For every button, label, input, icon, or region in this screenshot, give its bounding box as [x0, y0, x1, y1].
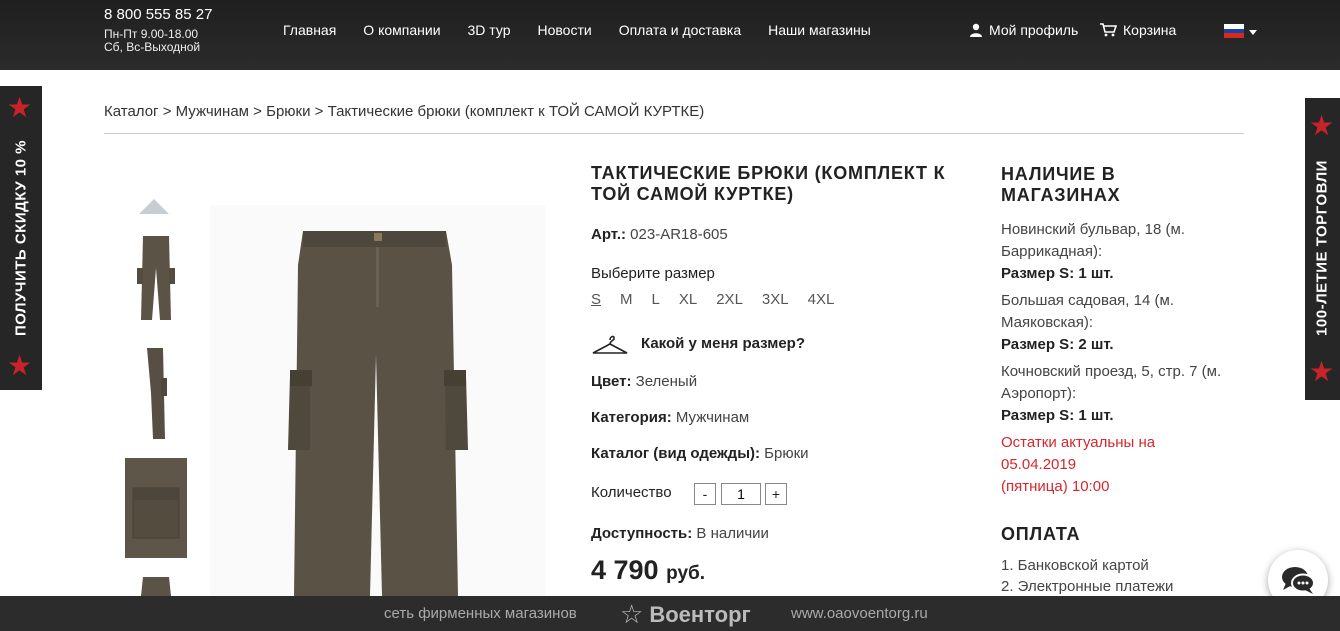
product-title: ТАКТИЧЕСКИЕ БРЮКИ (КОМПЛЕКТ К ТОЙ САМОЙ …	[591, 163, 946, 204]
size-selector: S M L XL 2XL 3XL 4XL	[591, 291, 834, 308]
discount-banner[interactable]: ★ ПОЛУЧИТЬ СКИДКУ 10 % ★	[0, 86, 42, 390]
stock-note-date: 05.04.2019	[1001, 456, 1077, 473]
availability-value: В наличии	[696, 525, 769, 542]
size-option-s[interactable]: S	[591, 291, 601, 308]
star-outline-icon: ☆	[620, 599, 644, 629]
store-address: Большая садовая, 14 (м. Маяковская):	[1001, 292, 1174, 331]
stock-update-note: Остатки актуальны на 05.04.2019 (пятница…	[1001, 432, 1231, 498]
category-label: Категория:	[591, 409, 672, 426]
size-option-2xl[interactable]: 2XL	[716, 291, 743, 308]
payment-heading: ОПЛАТА	[1001, 524, 1081, 544]
category-value[interactable]: Мужчинам	[676, 409, 749, 426]
product-price: 4 790 руб.	[591, 555, 705, 586]
size-option-xl[interactable]: XL	[679, 291, 697, 308]
payment-item: 2. Электронные платежи	[1001, 578, 1174, 595]
breadcrumb-separator: >	[162, 103, 172, 120]
store-stock: Размер S: 1 шт.	[1001, 407, 1114, 424]
chevron-down-icon[interactable]	[1249, 30, 1257, 35]
product-main-image[interactable]	[210, 205, 545, 596]
anniversary-banner-label: 100-ЛЕТИЕ ТОРГОВЛИ	[1313, 160, 1331, 336]
size-help-label: Какой у меня размер?	[641, 334, 806, 352]
article-label: Арт.:	[591, 226, 626, 243]
site-header: 8 800 555 85 27 Пн-Пт 9.00-18.00 Сб, Вс-…	[0, 0, 1340, 70]
catalog-value[interactable]: Брюки	[764, 445, 808, 462]
breadcrumb-separator: >	[314, 103, 324, 120]
breadcrumb: Каталог > Мужчинам > Брюки > Тактические…	[104, 103, 704, 120]
catalog-label: Каталог (вид одежды):	[591, 445, 760, 462]
product-thumbnail[interactable]	[125, 228, 187, 328]
working-hours: Пн-Пт 9.00-18.00 Сб, Вс-Выходной	[104, 28, 200, 54]
breadcrumb-current: Тактические брюки (комплект к ТОЙ САМОЙ …	[327, 103, 705, 120]
color-label: Цвет:	[591, 373, 632, 390]
breadcrumb-men[interactable]: Мужчинам	[176, 103, 249, 120]
store-stock: Размер S: 1 шт.	[1001, 265, 1114, 282]
payment-item: 1. Банковской картой	[1001, 557, 1149, 574]
footer-url[interactable]: www.oaovoentorg.ru	[791, 605, 928, 622]
color-value: Зеленый	[635, 373, 698, 390]
user-icon	[970, 23, 982, 37]
star-icon: ★	[1309, 110, 1335, 141]
product-thumbnail[interactable]	[125, 458, 187, 558]
product-thumbnail[interactable]	[125, 343, 187, 443]
star-icon: ★	[7, 92, 33, 123]
nav-news[interactable]: Новости	[538, 22, 592, 38]
quantity-decrement-button[interactable]: -	[694, 483, 716, 505]
nav-3d-tour[interactable]: 3D тур	[468, 22, 511, 38]
footer-bar: сеть фирменных магазинов ☆ Военторг www.…	[0, 596, 1340, 631]
nav-stores[interactable]: Наши магазины	[768, 22, 871, 38]
product-color: Цвет: Зеленый	[591, 373, 697, 390]
cart-link[interactable]: Корзина	[1100, 22, 1176, 38]
size-help-link[interactable]: Какой у меня размер?	[591, 331, 805, 355]
breadcrumb-separator: >	[253, 103, 262, 120]
main-nav: Главная О компании 3D тур Новости Оплата…	[283, 22, 871, 38]
nav-about[interactable]: О компании	[363, 22, 440, 38]
payment-list: 1. Банковской картой 2. Электронные плат…	[1001, 555, 1173, 597]
discount-banner-label: ПОЛУЧИТЬ СКИДКУ 10 %	[12, 139, 30, 337]
ru-flag-icon[interactable]	[1224, 24, 1244, 39]
profile-label: Мой профиль	[989, 22, 1079, 38]
nav-home[interactable]: Главная	[283, 22, 336, 38]
footer-tagline: сеть фирменных магазинов	[384, 605, 577, 622]
store-address: Кочновский проезд, 5, стр. 7 (м. Аэропор…	[1001, 363, 1222, 402]
footer-brand-logo[interactable]: ☆ Военторг	[620, 599, 751, 630]
star-icon: ★	[7, 350, 33, 381]
star-icon: ★	[1309, 356, 1335, 387]
product-article: Арт.: 023-AR18-605	[591, 226, 728, 243]
product-availability: Доступность: В наличии	[591, 525, 769, 542]
stock-note-line: Остатки актуальны на	[1001, 434, 1156, 451]
product-catalog: Каталог (вид одежды): Брюки	[591, 445, 809, 462]
cart-icon	[1100, 23, 1117, 37]
cart-label: Корзина	[1123, 22, 1177, 38]
quantity-label: Количество	[591, 484, 672, 501]
price-value: 4 790	[591, 555, 659, 585]
stores-heading: НАЛИЧИЕ В МАГАЗИНАХ	[1001, 164, 1121, 205]
size-option-l[interactable]: L	[652, 291, 660, 308]
store-stock: Размер S: 2 шт.	[1001, 336, 1114, 353]
nav-payment-delivery[interactable]: Оплата и доставка	[619, 22, 741, 38]
product-thumbnail[interactable]	[125, 573, 187, 596]
header-phone[interactable]: 8 800 555 85 27	[104, 6, 212, 23]
availability-label: Доступность:	[591, 525, 693, 542]
size-option-m[interactable]: M	[620, 291, 633, 308]
size-label: Выберите размер	[591, 265, 715, 282]
size-option-3xl[interactable]: 3XL	[762, 291, 789, 308]
breadcrumb-trousers[interactable]: Брюки	[266, 103, 310, 120]
size-option-4xl[interactable]: 4XL	[808, 291, 835, 308]
store-list: Новинский бульвар, 18 (м. Баррикадная): …	[1001, 219, 1231, 498]
stock-note-time: (пятница) 10:00	[1001, 478, 1110, 495]
thumbnails-up-arrow[interactable]	[139, 199, 169, 214]
anniversary-banner[interactable]: ★ 100-ЛЕТИЕ ТОРГОВЛИ ★	[1305, 98, 1340, 400]
breadcrumb-catalog[interactable]: Каталог	[104, 103, 159, 120]
product-category: Категория: Мужчинам	[591, 409, 749, 426]
article-value: 023-AR18-605	[630, 226, 728, 243]
quantity-increment-button[interactable]: +	[765, 483, 787, 505]
price-currency: руб.	[666, 563, 706, 584]
divider	[104, 133, 1244, 134]
quantity-input[interactable]	[721, 483, 761, 505]
hours-weekend: Сб, Вс-Выходной	[104, 40, 201, 54]
profile-link[interactable]: Мой профиль	[969, 22, 1078, 38]
brand-name: Военторг	[649, 601, 751, 627]
hanger-icon	[592, 335, 628, 354]
store-address: Новинский бульвар, 18 (м. Баррикадная):	[1001, 221, 1185, 260]
